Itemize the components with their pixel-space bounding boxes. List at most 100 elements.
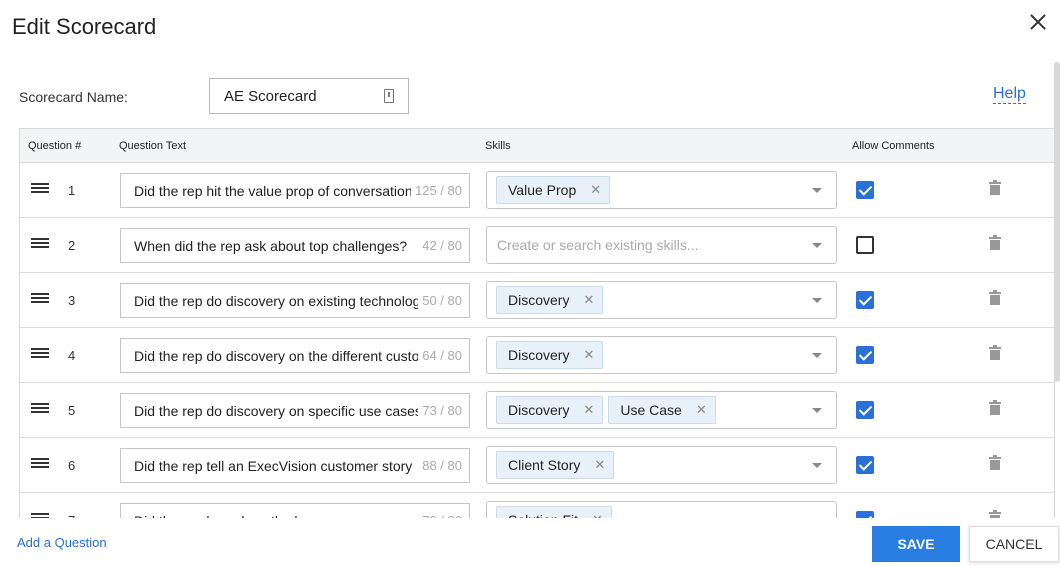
skill-chip[interactable]: Discovery ✕	[496, 286, 604, 314]
char-count: 125 / 80	[415, 183, 462, 198]
skill-chip[interactable]: Discovery ✕	[496, 341, 604, 369]
question-text-input[interactable]: Did the rep do discovery on specific use…	[120, 393, 470, 428]
trash-icon[interactable]	[989, 235, 1001, 250]
chevron-down-icon[interactable]	[812, 353, 822, 358]
trash-icon[interactable]	[989, 345, 1001, 360]
skills-select[interactable]: Discovery ✕ Use Case ✕	[486, 391, 837, 429]
remove-skill-icon[interactable]: ✕	[590, 182, 601, 198]
save-button[interactable]: SAVE	[872, 526, 960, 562]
question-number: 1	[68, 183, 76, 198]
question-number: 6	[68, 458, 76, 473]
allow-comments-checkbox[interactable]	[856, 511, 874, 518]
trash-icon[interactable]	[989, 510, 1001, 518]
skills-placeholder: Create or search existing skills...	[497, 237, 699, 253]
allow-comments-checkbox[interactable]	[856, 346, 874, 364]
question-text-input[interactable]: Did the rep hit the value prop of conver…	[120, 173, 470, 208]
column-skills: Skills	[485, 140, 511, 152]
drag-handle-icon[interactable]	[31, 348, 49, 361]
question-text-input[interactable]: Did the rep learn how the buyers see gam…	[120, 503, 470, 518]
char-count: 88 / 80	[422, 458, 462, 473]
skill-chip-label: Client Story	[508, 457, 581, 473]
scorecard-name-label: Scorecard Name:	[19, 89, 128, 105]
skill-chip-label: Use Case	[620, 402, 682, 418]
table-row: 7Did the rep learn how the buyers see ga…	[20, 493, 1054, 518]
drag-handle-icon[interactable]	[31, 403, 49, 416]
close-icon[interactable]	[1028, 12, 1048, 32]
question-text-value: Did the rep do discovery on the differen…	[134, 347, 419, 364]
char-count: 64 / 80	[422, 348, 462, 363]
remove-skill-icon[interactable]: ✕	[594, 457, 605, 473]
question-text-value: Did the rep tell an ExecVision customer …	[134, 457, 413, 474]
chevron-down-icon[interactable]	[812, 243, 822, 248]
table-row: 2 When did the rep ask about top challeng…	[20, 218, 1054, 273]
allow-comments-checkbox[interactable]	[856, 181, 874, 199]
skill-chip[interactable]: Solution Fit✕	[496, 506, 612, 518]
questions-table: Question # Question Text Skills Allow Co…	[19, 128, 1055, 518]
skill-chip-label: Value Prop	[508, 182, 577, 198]
question-text-input[interactable]: When did the rep ask about top challenge…	[120, 228, 470, 263]
drag-handle-icon[interactable]	[31, 458, 49, 471]
table-row: 1 Did the rep hit the value prop of conve…	[20, 163, 1054, 218]
skills-select[interactable]: Solution Fit✕	[486, 501, 837, 518]
skill-chip[interactable]: Value Prop ✕	[496, 176, 611, 204]
skills-select[interactable]: Discovery ✕	[486, 336, 837, 374]
allow-comments-checkbox[interactable]	[856, 456, 874, 474]
column-question-num: Question #	[28, 140, 82, 152]
scrollbar[interactable]	[1054, 62, 1060, 382]
drag-handle-icon[interactable]	[31, 183, 49, 196]
contact-card-icon	[384, 89, 394, 103]
table-row: 4 Did the rep do discovery on the differe…	[20, 328, 1054, 383]
scorecard-name-value: AE Scorecard	[224, 87, 317, 105]
question-text-input[interactable]: Did the rep do discovery on existing tec…	[120, 283, 470, 318]
chevron-down-icon[interactable]	[812, 408, 822, 413]
allow-comments-checkbox[interactable]	[856, 291, 874, 309]
add-question-link[interactable]: Add a Question	[17, 535, 107, 550]
cancel-button[interactable]: CANCEL	[969, 526, 1059, 562]
question-text-value: Did the rep hit the value prop of conver…	[134, 182, 411, 199]
remove-skill-icon[interactable]: ✕	[583, 402, 594, 418]
skill-chip[interactable]: Client Story ✕	[496, 451, 615, 479]
trash-icon[interactable]	[989, 180, 1001, 195]
question-text-input[interactable]: Did the rep tell an ExecVision customer …	[120, 448, 470, 483]
dialog-title: Edit Scorecard	[12, 14, 157, 39]
table-row: 6 Did the rep tell an ExecVision customer…	[20, 438, 1054, 493]
allow-comments-checkbox[interactable]	[856, 236, 874, 254]
question-number: 4	[68, 348, 76, 363]
skill-chip-label: Discovery	[508, 347, 570, 363]
column-allow-comments: Allow Comments	[852, 140, 935, 152]
trash-icon[interactable]	[989, 400, 1001, 415]
char-count: 50 / 80	[422, 293, 462, 308]
skill-chip[interactable]: Use Case ✕	[608, 396, 716, 424]
question-text-value: Did the rep do discovery on existing tec…	[134, 292, 419, 309]
chevron-down-icon[interactable]	[812, 463, 822, 468]
scorecard-name-input[interactable]: AE Scorecard	[209, 78, 409, 114]
remove-skill-icon[interactable]: ✕	[583, 347, 594, 363]
chevron-down-icon[interactable]	[812, 188, 822, 193]
chevron-down-icon[interactable]	[812, 298, 822, 303]
skills-select[interactable]: Value Prop ✕	[486, 171, 837, 209]
remove-skill-icon[interactable]: ✕	[583, 292, 594, 308]
table-body: 1 Did the rep hit the value prop of conve…	[20, 163, 1054, 518]
skills-select[interactable]: Create or search existing skills...	[486, 226, 837, 264]
question-number: 5	[68, 403, 76, 418]
column-question-text: Question Text	[119, 140, 187, 152]
drag-handle-icon[interactable]	[31, 238, 49, 251]
question-text-value: Did the rep do discovery on specific use…	[134, 402, 419, 419]
dialog-footer: Add a Question SAVE CANCEL	[0, 518, 1060, 566]
trash-icon[interactable]	[989, 290, 1001, 305]
trash-icon[interactable]	[989, 455, 1001, 470]
table-header: Question # Question Text Skills Allow Co…	[20, 129, 1054, 163]
question-text-input[interactable]: Did the rep do discovery on the differen…	[120, 338, 470, 373]
help-link[interactable]: Help	[993, 85, 1026, 104]
table-row: 3 Did the rep do discovery on existing te…	[20, 273, 1054, 328]
skill-chip-label: Discovery	[508, 292, 570, 308]
skills-select[interactable]: Discovery ✕	[486, 281, 837, 319]
table-row: 5 Did the rep do discovery on specific us…	[20, 383, 1054, 438]
allow-comments-checkbox[interactable]	[856, 401, 874, 419]
skill-chip-label: Discovery	[508, 402, 570, 418]
drag-handle-icon[interactable]	[31, 293, 49, 306]
question-number: 3	[68, 293, 76, 308]
skills-select[interactable]: Client Story ✕	[486, 446, 837, 484]
skill-chip[interactable]: Discovery ✕	[496, 396, 604, 424]
remove-skill-icon[interactable]: ✕	[696, 402, 707, 418]
